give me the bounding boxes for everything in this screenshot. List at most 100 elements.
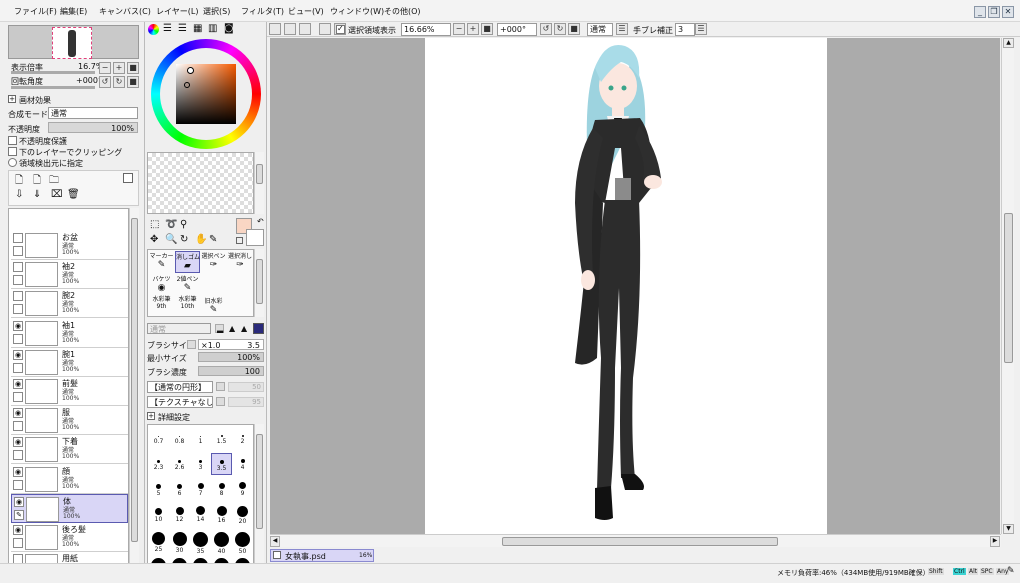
brush-size-cell[interactable]: 7: [190, 479, 211, 501]
merge-down-icon[interactable]: ⇓: [33, 189, 41, 200]
layer-visibility-eye-icon[interactable]: ◉: [14, 496, 24, 507]
brush-size-cell[interactable]: 1.5: [211, 427, 232, 449]
menu-layer[interactable]: レイヤー(L): [156, 6, 198, 17]
brush-shape-round-icon[interactable]: ▲: [241, 324, 247, 333]
layer-row[interactable]: ◉ 下着 通常 100%: [11, 435, 128, 465]
canvas-blend-dropdown-icon[interactable]: ☰: [616, 23, 628, 35]
canvas-vscroll-thumb[interactable]: [1004, 213, 1013, 363]
tool-watercolor-10[interactable]: 水彩筆 10th: [175, 296, 200, 317]
trash-icon[interactable]: 🗑: [67, 189, 80, 200]
menu-view[interactable]: ビュー(V): [288, 6, 324, 17]
rotate-right-icon[interactable]: ↻: [113, 76, 125, 88]
menu-other[interactable]: その他(O): [384, 6, 421, 17]
color-mixer-icon[interactable]: ◙: [224, 23, 234, 34]
layer-visibility-eye-icon[interactable]: ◉: [13, 349, 23, 360]
rect-select-icon[interactable]: ⬚: [150, 219, 159, 230]
brush-shape-select[interactable]: 【通常の円形】: [147, 381, 213, 393]
layer-visibility-eye-icon[interactable]: [13, 233, 23, 243]
brush-shape-soft-icon[interactable]: ▲: [229, 324, 235, 333]
brush-size-cell[interactable]: 40: [211, 531, 232, 555]
stabilizer-field[interactable]: 3: [675, 23, 695, 36]
brush-size-cell[interactable]: 8: [211, 479, 232, 501]
layer-row[interactable]: ◉ 前髪 通常 100%: [11, 377, 128, 406]
brush-size-dropdown-icon[interactable]: [187, 340, 196, 349]
tool-select-eraser[interactable]: 選択消し ✑: [227, 251, 253, 273]
hand-icon[interactable]: ✋: [195, 234, 207, 245]
scratchpad-scrollbar[interactable]: [254, 152, 264, 214]
document-tab[interactable]: 女執事.psd 16%: [270, 549, 374, 562]
transfer-down-icon[interactable]: ⇩: [15, 189, 23, 200]
canvas-paper[interactable]: [425, 38, 827, 534]
brush-size-slider[interactable]: ×1.0 3.5: [198, 339, 264, 350]
layer-visibility-eye-icon[interactable]: [13, 262, 23, 273]
layer-row[interactable]: ◉ 服通常 100%: [11, 406, 128, 436]
brush-size-cell[interactable]: 2.6: [169, 453, 190, 475]
canvas-hscroll-thumb[interactable]: [502, 537, 778, 546]
brush-shape-hard-icon[interactable]: [253, 323, 264, 334]
tool-select-pen[interactable]: 選択ペン ✑: [201, 251, 226, 273]
layer-scroll-thumb[interactable]: [131, 218, 138, 542]
tool-marker[interactable]: マーカー ✎: [149, 251, 174, 273]
reset-colors-icon[interactable]: [236, 237, 243, 244]
brush-size-cell[interactable]: 2.3: [148, 453, 169, 475]
stabilizer-dropdown-icon[interactable]: ☰: [695, 23, 707, 35]
layer-list-scrollbar[interactable]: [129, 208, 139, 570]
canvas-blend-select[interactable]: 通常: [587, 23, 613, 36]
rotate-left-icon[interactable]: ↺: [99, 76, 111, 88]
eyedropper-icon[interactable]: ✎: [209, 234, 217, 245]
opacity-slider[interactable]: 100%: [48, 122, 138, 133]
canvas-viewport[interactable]: [270, 38, 1000, 534]
zoom-slider[interactable]: [11, 71, 95, 74]
brush-size-cell[interactable]: 2: [232, 427, 253, 449]
brush-size-cell[interactable]: 0.8: [169, 427, 190, 449]
saturation-value-square[interactable]: [176, 64, 236, 124]
hue-cursor[interactable]: [184, 82, 190, 88]
lasso-icon[interactable]: ➰: [165, 219, 177, 230]
clipping-checkbox[interactable]: [8, 147, 17, 156]
layer-lock-icon[interactable]: [13, 246, 23, 256]
menu-edit[interactable]: 編集(E): [60, 6, 87, 17]
brush-size-cell[interactable]: 3.5: [211, 453, 232, 475]
menu-select[interactable]: 選択(S): [203, 6, 230, 17]
layer-lock-icon[interactable]: [13, 362, 23, 373]
swap-colors-icon[interactable]: ↶: [257, 217, 264, 226]
tool-binary-pen[interactable]: 2値ペン ✎: [175, 274, 200, 295]
menu-canvas[interactable]: キャンバス(C): [99, 6, 151, 17]
layer-row[interactable]: ◉ 後ろ髪 通常 100%: [11, 523, 128, 552]
brush-size-cell[interactable]: 3: [190, 453, 211, 475]
secondary-color-swatch[interactable]: [246, 229, 264, 246]
tool-old-watercolor[interactable]: 旧水彩 ✎: [201, 296, 226, 317]
brush-shape-dropdown-icon[interactable]: [216, 382, 225, 391]
texture-select[interactable]: 【テクスチャなし】: [147, 396, 213, 408]
texture-strength[interactable]: 95: [228, 397, 264, 407]
layer-lock-icon[interactable]: [13, 538, 23, 548]
protect-opacity-checkbox[interactable]: [8, 136, 17, 145]
tool-eraser[interactable]: 消しゴム ▰: [175, 251, 200, 273]
layer-visibility-eye-icon[interactable]: ◉: [13, 408, 23, 419]
deselect-icon[interactable]: [269, 23, 281, 35]
navigator-view-rect[interactable]: [52, 27, 92, 59]
layer-visibility-eye-icon[interactable]: ◉: [13, 525, 23, 535]
move-icon[interactable]: ✥: [150, 234, 158, 245]
swatches-icon[interactable]: ▦: [193, 23, 202, 34]
restore-icon[interactable]: ❐: [988, 6, 1000, 18]
layer-row[interactable]: ◉ 袖1 通常 100%: [11, 318, 128, 348]
brush-shape-flat-icon[interactable]: ▂: [217, 324, 223, 333]
layer-lock-icon[interactable]: ✎: [14, 509, 24, 520]
flip-h-icon[interactable]: [319, 23, 331, 35]
brush-size-cell[interactable]: 30: [169, 531, 190, 554]
brush-density-slider[interactable]: 100: [198, 366, 264, 376]
canvas-rotate-reset-icon[interactable]: ■: [568, 23, 580, 35]
canvas-zoom-in-icon[interactable]: +: [467, 23, 479, 35]
brush-size-cell[interactable]: 16: [211, 505, 232, 527]
layer-lock-icon[interactable]: [13, 304, 23, 315]
hsv-slider-icon[interactable]: ☰: [178, 23, 187, 34]
layer-visibility-eye-icon[interactable]: ◉: [13, 320, 23, 331]
sv-cursor[interactable]: [187, 67, 194, 74]
rgb-slider-icon[interactable]: ☰: [163, 23, 172, 34]
rotate-field[interactable]: +000°: [497, 23, 537, 36]
canvas-hscroll-left-icon[interactable]: ◀: [270, 536, 280, 547]
canvas-hscroll-right-icon[interactable]: ▶: [990, 536, 1000, 547]
layer-lock-icon[interactable]: [13, 450, 23, 461]
canvas-vscroll-down-icon[interactable]: ▼: [1003, 524, 1014, 534]
